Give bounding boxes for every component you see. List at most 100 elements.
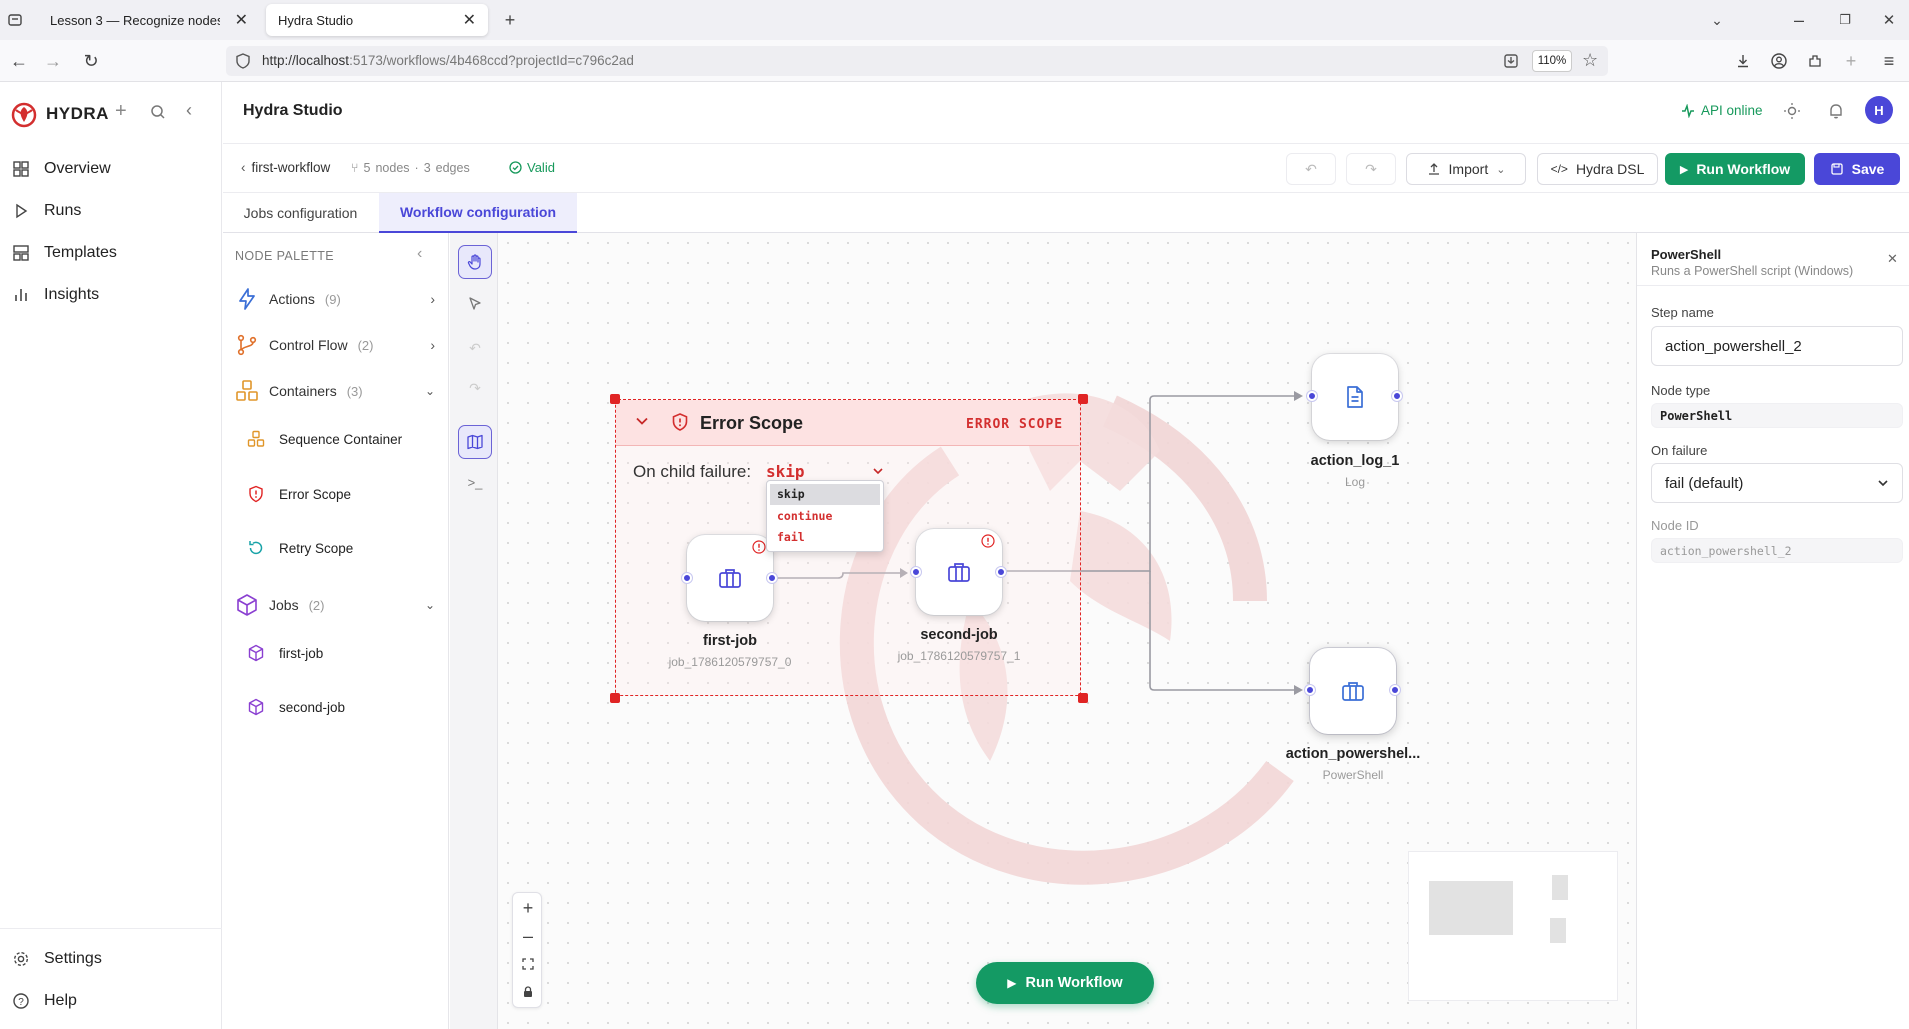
workflow-canvas[interactable]: Error Scope ERROR SCOPE On child failure… xyxy=(498,233,1636,1029)
error-scope-header[interactable]: Error Scope ERROR SCOPE xyxy=(616,400,1079,446)
save-button[interactable]: Save xyxy=(1814,153,1900,185)
zoom-out-button[interactable]: – xyxy=(513,923,543,949)
url-text[interactable]: http://localhost:5173/workflows/4b468ccd… xyxy=(262,53,634,68)
option-continue[interactable]: continue xyxy=(770,505,880,526)
download-icon[interactable] xyxy=(1730,48,1756,74)
reload-icon[interactable]: ↻ xyxy=(78,48,104,74)
on-failure-select[interactable]: fail (default) xyxy=(1651,463,1903,503)
collapse-sidebar-icon[interactable]: ‹ xyxy=(186,100,192,121)
collapse-palette-icon[interactable]: ‹ xyxy=(417,245,422,263)
avatar[interactable]: H xyxy=(1865,96,1893,124)
back-icon[interactable]: ← xyxy=(6,48,32,74)
shield-icon[interactable] xyxy=(234,52,252,70)
chevron-down-icon: ⌄ xyxy=(1496,163,1506,176)
resize-handle[interactable] xyxy=(610,693,620,703)
zoom-level[interactable]: 110% xyxy=(1532,50,1572,72)
step-name-input[interactable]: action_powershell_2 xyxy=(1651,326,1903,366)
sidebar-item-overview[interactable]: Overview xyxy=(12,160,111,178)
palette-item-label: Error Scope xyxy=(279,486,352,502)
input-port[interactable] xyxy=(911,567,921,577)
close-icon[interactable]: ✕ xyxy=(463,10,476,30)
cube-icon xyxy=(248,644,264,662)
fit-view-button[interactable] xyxy=(513,951,543,977)
undo-tool[interactable]: ↶ xyxy=(458,331,492,365)
minimap[interactable] xyxy=(1408,851,1618,1001)
palette-item-sequence-container[interactable]: Sequence Container xyxy=(247,430,402,448)
add-extension-icon[interactable]: + xyxy=(1838,48,1864,74)
undo-button[interactable]: ↶ xyxy=(1286,153,1336,185)
pan-tool[interactable] xyxy=(458,245,492,279)
browser-tab-lesson[interactable]: Lesson 3 — Recognize nodes, ports ✕ xyxy=(38,4,260,36)
run-workflow-button[interactable]: ▶ Run Workflow xyxy=(1665,153,1805,185)
output-port[interactable] xyxy=(996,567,1006,577)
node-action-powershell[interactable] xyxy=(1310,648,1396,734)
sidebar-item-insights[interactable]: Insights xyxy=(12,286,99,304)
window-close-icon[interactable]: ✕ xyxy=(1876,7,1902,33)
palette-item-retry-scope[interactable]: Retry Scope xyxy=(247,539,353,557)
resize-handle[interactable] xyxy=(610,394,620,404)
theme-toggle-icon[interactable] xyxy=(1783,102,1801,120)
palette-item-second-job[interactable]: second-job xyxy=(247,698,345,716)
group-count: (3) xyxy=(346,383,363,399)
redo-button[interactable]: ↷ xyxy=(1346,153,1396,185)
warning-icon[interactable] xyxy=(752,540,766,554)
select-tool[interactable] xyxy=(458,287,492,321)
input-port[interactable] xyxy=(1307,391,1317,401)
redo-tool[interactable]: ↷ xyxy=(458,371,492,405)
output-port[interactable] xyxy=(1390,685,1400,695)
chevron-down-icon[interactable]: ⌄ xyxy=(1704,7,1730,33)
add-icon[interactable]: + xyxy=(115,100,127,123)
save-page-icon[interactable] xyxy=(1502,52,1520,70)
zoom-in-button[interactable]: + xyxy=(513,895,543,921)
palette-item-error-scope[interactable]: Error Scope xyxy=(247,485,351,503)
resize-handle[interactable] xyxy=(1078,693,1088,703)
palette-group-containers[interactable]: Containers (3) ⌄ xyxy=(235,379,435,403)
extensions-icon[interactable] xyxy=(1802,48,1828,74)
brand[interactable]: HYDRA xyxy=(10,100,109,128)
chevron-down-icon[interactable] xyxy=(634,413,650,429)
option-skip[interactable]: skip xyxy=(770,484,880,505)
sidebar-item-runs[interactable]: Runs xyxy=(12,202,81,220)
palette-group-control-flow[interactable]: Control Flow (2) › xyxy=(235,333,435,357)
hydra-dsl-button[interactable]: </> Hydra DSL xyxy=(1537,153,1658,185)
floating-run-workflow-button[interactable]: ▶ Run Workflow xyxy=(976,962,1154,1004)
tab-jobs-configuration[interactable]: Jobs configuration xyxy=(223,193,378,233)
restore-icon[interactable]: ❐ xyxy=(1832,7,1858,33)
minimap-tool[interactable] xyxy=(458,425,492,459)
output-port[interactable] xyxy=(1392,391,1402,401)
close-icon[interactable]: ✕ xyxy=(1887,251,1898,267)
search-icon[interactable] xyxy=(150,104,166,120)
console-tool[interactable]: >_ xyxy=(458,465,492,499)
resize-handle[interactable] xyxy=(1078,394,1088,404)
browser-tab-hydra[interactable]: Hydra Studio ✕ xyxy=(266,4,488,36)
minimize-icon[interactable]: – xyxy=(1786,7,1812,33)
input-port[interactable] xyxy=(1305,685,1315,695)
tab-list-icon[interactable] xyxy=(2,7,28,33)
sidebar-item-help[interactable]: ? Help xyxy=(12,992,77,1010)
account-icon[interactable] xyxy=(1766,48,1792,74)
close-icon[interactable]: ✕ xyxy=(235,10,248,30)
lock-button[interactable] xyxy=(513,979,543,1005)
palette-item-first-job[interactable]: first-job xyxy=(247,644,323,662)
palette-group-actions[interactable]: Actions (9) › xyxy=(235,287,435,311)
output-port[interactable] xyxy=(767,573,777,583)
bookmark-star-icon[interactable]: ☆ xyxy=(1582,50,1598,71)
node-action-log[interactable] xyxy=(1312,354,1398,440)
chevron-down-icon: ⌄ xyxy=(424,384,435,398)
bell-icon[interactable] xyxy=(1827,102,1845,120)
new-tab-icon[interactable]: + xyxy=(497,7,523,33)
warning-icon[interactable] xyxy=(981,534,995,548)
input-port[interactable] xyxy=(682,573,692,583)
forward-icon[interactable]: → xyxy=(40,48,66,74)
briefcase-icon xyxy=(948,563,970,582)
breadcrumb[interactable]: ‹ first-workflow xyxy=(241,160,330,175)
chevron-right-icon: › xyxy=(430,337,435,353)
palette-group-jobs[interactable]: Jobs (2) ⌄ xyxy=(235,593,435,617)
url-bar[interactable]: http://localhost:5173/workflows/4b468ccd… xyxy=(226,46,1608,76)
sidebar-item-templates[interactable]: Templates xyxy=(12,244,117,262)
tab-workflow-configuration[interactable]: Workflow configuration xyxy=(379,193,577,233)
option-fail[interactable]: fail xyxy=(770,526,880,547)
menu-icon[interactable]: ≡ xyxy=(1876,48,1902,74)
sidebar-item-settings[interactable]: Settings xyxy=(12,950,102,968)
import-button[interactable]: Import ⌄ xyxy=(1406,153,1526,185)
